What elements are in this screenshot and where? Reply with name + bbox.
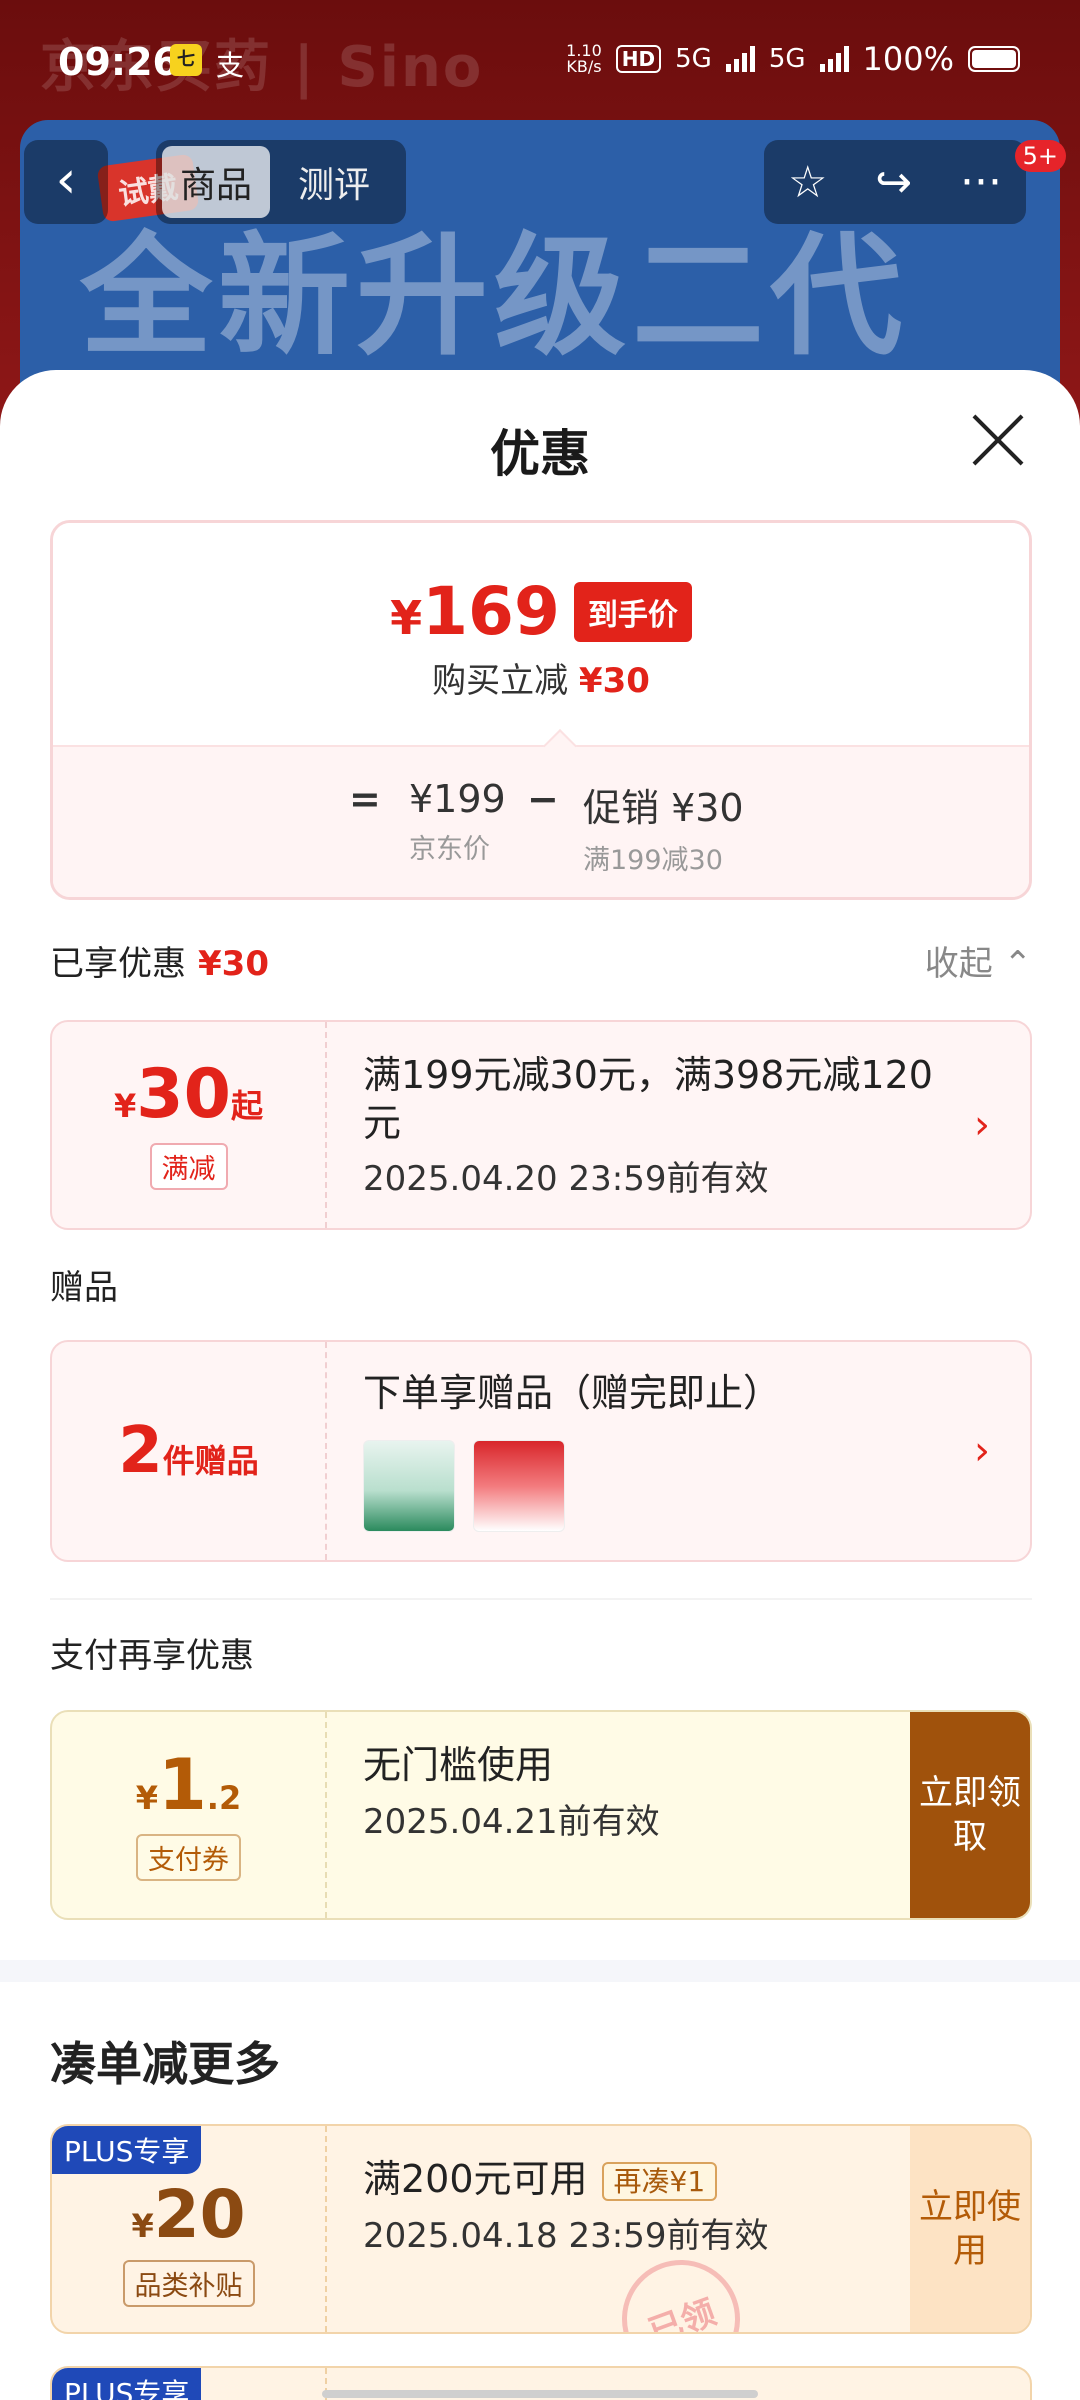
- instant-discount-line: 购买立减 ¥30: [432, 661, 650, 701]
- gifts-row: 赠品: [50, 1260, 1032, 1309]
- more-discount-title: 凑单减更多: [50, 2037, 280, 2091]
- add-more-tag: 再凑¥1: [601, 2162, 718, 2201]
- price-formula: = ¥199 京东价 − 促销 ¥30 满199减30: [53, 745, 1029, 897]
- gifts-label: 赠品: [50, 1268, 118, 1308]
- favorite-icon[interactable]: ☆: [788, 157, 827, 208]
- coupon-rule: 满200元可用 再凑¥1: [363, 2156, 874, 2204]
- chevron-right-icon: ›: [974, 1102, 990, 1148]
- coupon-type-tag: 满减: [149, 1142, 228, 1190]
- close-icon[interactable]: [968, 410, 1028, 470]
- divider: [50, 1598, 1032, 1600]
- status-indicators: 1.10 KB/s HD 5G 5G 100%: [566, 40, 1020, 78]
- nav-actions: ☆ ↪ ···: [764, 140, 1026, 224]
- coupon-expiry: 2025.04.21前有效: [363, 1801, 660, 1842]
- enjoyed-discount-row: 已享优惠 ¥30 收起 ⌃: [50, 936, 1032, 985]
- network-type-2: 5G: [768, 44, 806, 74]
- coupon-amount: ¥30起: [114, 1054, 263, 1134]
- network-type-1: 5G: [675, 44, 712, 74]
- base-price: ¥199 京东价: [409, 777, 506, 865]
- coupon-type-tag: 品类补贴: [122, 2259, 255, 2307]
- hd-voice-icon: HD: [615, 45, 662, 73]
- final-price-tag: 到手价: [573, 581, 692, 642]
- enjoyed-label: 已享优惠 ¥30: [50, 944, 269, 984]
- gift-image: [473, 1439, 565, 1532]
- promo-discount: 促销 ¥30 满199减30: [583, 786, 744, 876]
- claimed-stamp: 已领: [605, 2243, 757, 2332]
- minus-sign: −: [527, 777, 559, 821]
- signal-icon: [725, 46, 755, 72]
- sheet-title: 优惠: [490, 425, 590, 483]
- coupon-rule: 满199元减30元，满398元减120元: [363, 1053, 933, 1145]
- gift-image: [363, 1439, 455, 1532]
- gifts-card[interactable]: 2件赠品 下单享赠品（赠完即止） ›: [50, 1340, 1032, 1562]
- network-speed: 1.10 KB/s: [566, 41, 602, 76]
- home-indicator[interactable]: [322, 2390, 758, 2398]
- plus-badge: PLUS专享: [52, 2368, 202, 2400]
- alipay-notification-icon: 支: [216, 49, 245, 82]
- section-separator: [0, 1960, 1080, 1982]
- full-reduction-coupon[interactable]: ¥30起 满减 满199元减30元，满398元减120元 2025.04.20 …: [50, 1020, 1032, 1230]
- signal-icon-2: [819, 46, 849, 72]
- app-notification-icon: 七: [170, 44, 202, 76]
- equals-sign: =: [349, 777, 381, 821]
- claim-button[interactable]: 立即领取: [910, 1712, 1030, 1918]
- product-nav-bar: ‹ 商品 测评 ☆ ↪ ··· 5+: [0, 140, 1080, 226]
- discount-sheet: 优惠 ¥169 到手价 购买立减 ¥30 = ¥199 京东价 − 促销 ¥30…: [0, 370, 1080, 2400]
- coupon-amount: ¥20: [131, 2175, 246, 2253]
- more-icon[interactable]: ···: [960, 157, 1002, 208]
- message-badge: 5+: [1014, 140, 1066, 172]
- price-breakdown-card: ¥169 到手价 购买立减 ¥30 = ¥199 京东价 − 促销 ¥30 满1…: [50, 520, 1032, 900]
- coupon-rule: 无门槛使用: [363, 1743, 554, 1787]
- status-time: 09:26: [58, 40, 179, 84]
- battery-icon: [968, 46, 1020, 72]
- final-price: ¥169: [390, 573, 560, 650]
- coupon-expiry: 2025.04.18 23:59前有效: [363, 2215, 769, 2256]
- coupon-amount: ¥1.2: [135, 1743, 242, 1826]
- share-icon[interactable]: ↪: [875, 157, 912, 208]
- pay-discount-label: 支付再享优惠: [50, 1636, 254, 1676]
- plus-coupon: PLUS专享 ¥20 品类补贴 满200元可用 再凑¥1 2025.04.18 2…: [50, 2124, 1032, 2334]
- nav-tabs: 商品 测评: [156, 140, 406, 224]
- chevron-right-icon: ›: [974, 1428, 990, 1474]
- back-button[interactable]: ‹: [24, 140, 108, 224]
- tab-review[interactable]: 测评: [280, 146, 388, 218]
- use-button[interactable]: 立即使用: [910, 2126, 1030, 2332]
- battery-percent: 100%: [862, 40, 954, 78]
- pay-discount-row: 支付再享优惠: [50, 1628, 1032, 1677]
- collapse-toggle[interactable]: 收起 ⌃: [925, 936, 1032, 985]
- status-bar: 09:26 七 支 1.10 KB/s HD 5G 5G 100%: [0, 0, 1080, 120]
- coupon-expiry: 2025.04.20 23:59前有效: [363, 1159, 769, 1199]
- payment-coupon: ¥1.2 支付券 无门槛使用 2025.04.21前有效 立即领取: [50, 1710, 1032, 1920]
- tab-product[interactable]: 商品: [162, 146, 271, 218]
- gifts-description: 下单享赠品（赠完即止）: [363, 1371, 782, 1415]
- coupon-type-tag: 支付券: [136, 1833, 241, 1881]
- plus-badge: PLUS专享: [52, 2126, 202, 2174]
- gift-count: 2件赠品: [118, 1414, 259, 1488]
